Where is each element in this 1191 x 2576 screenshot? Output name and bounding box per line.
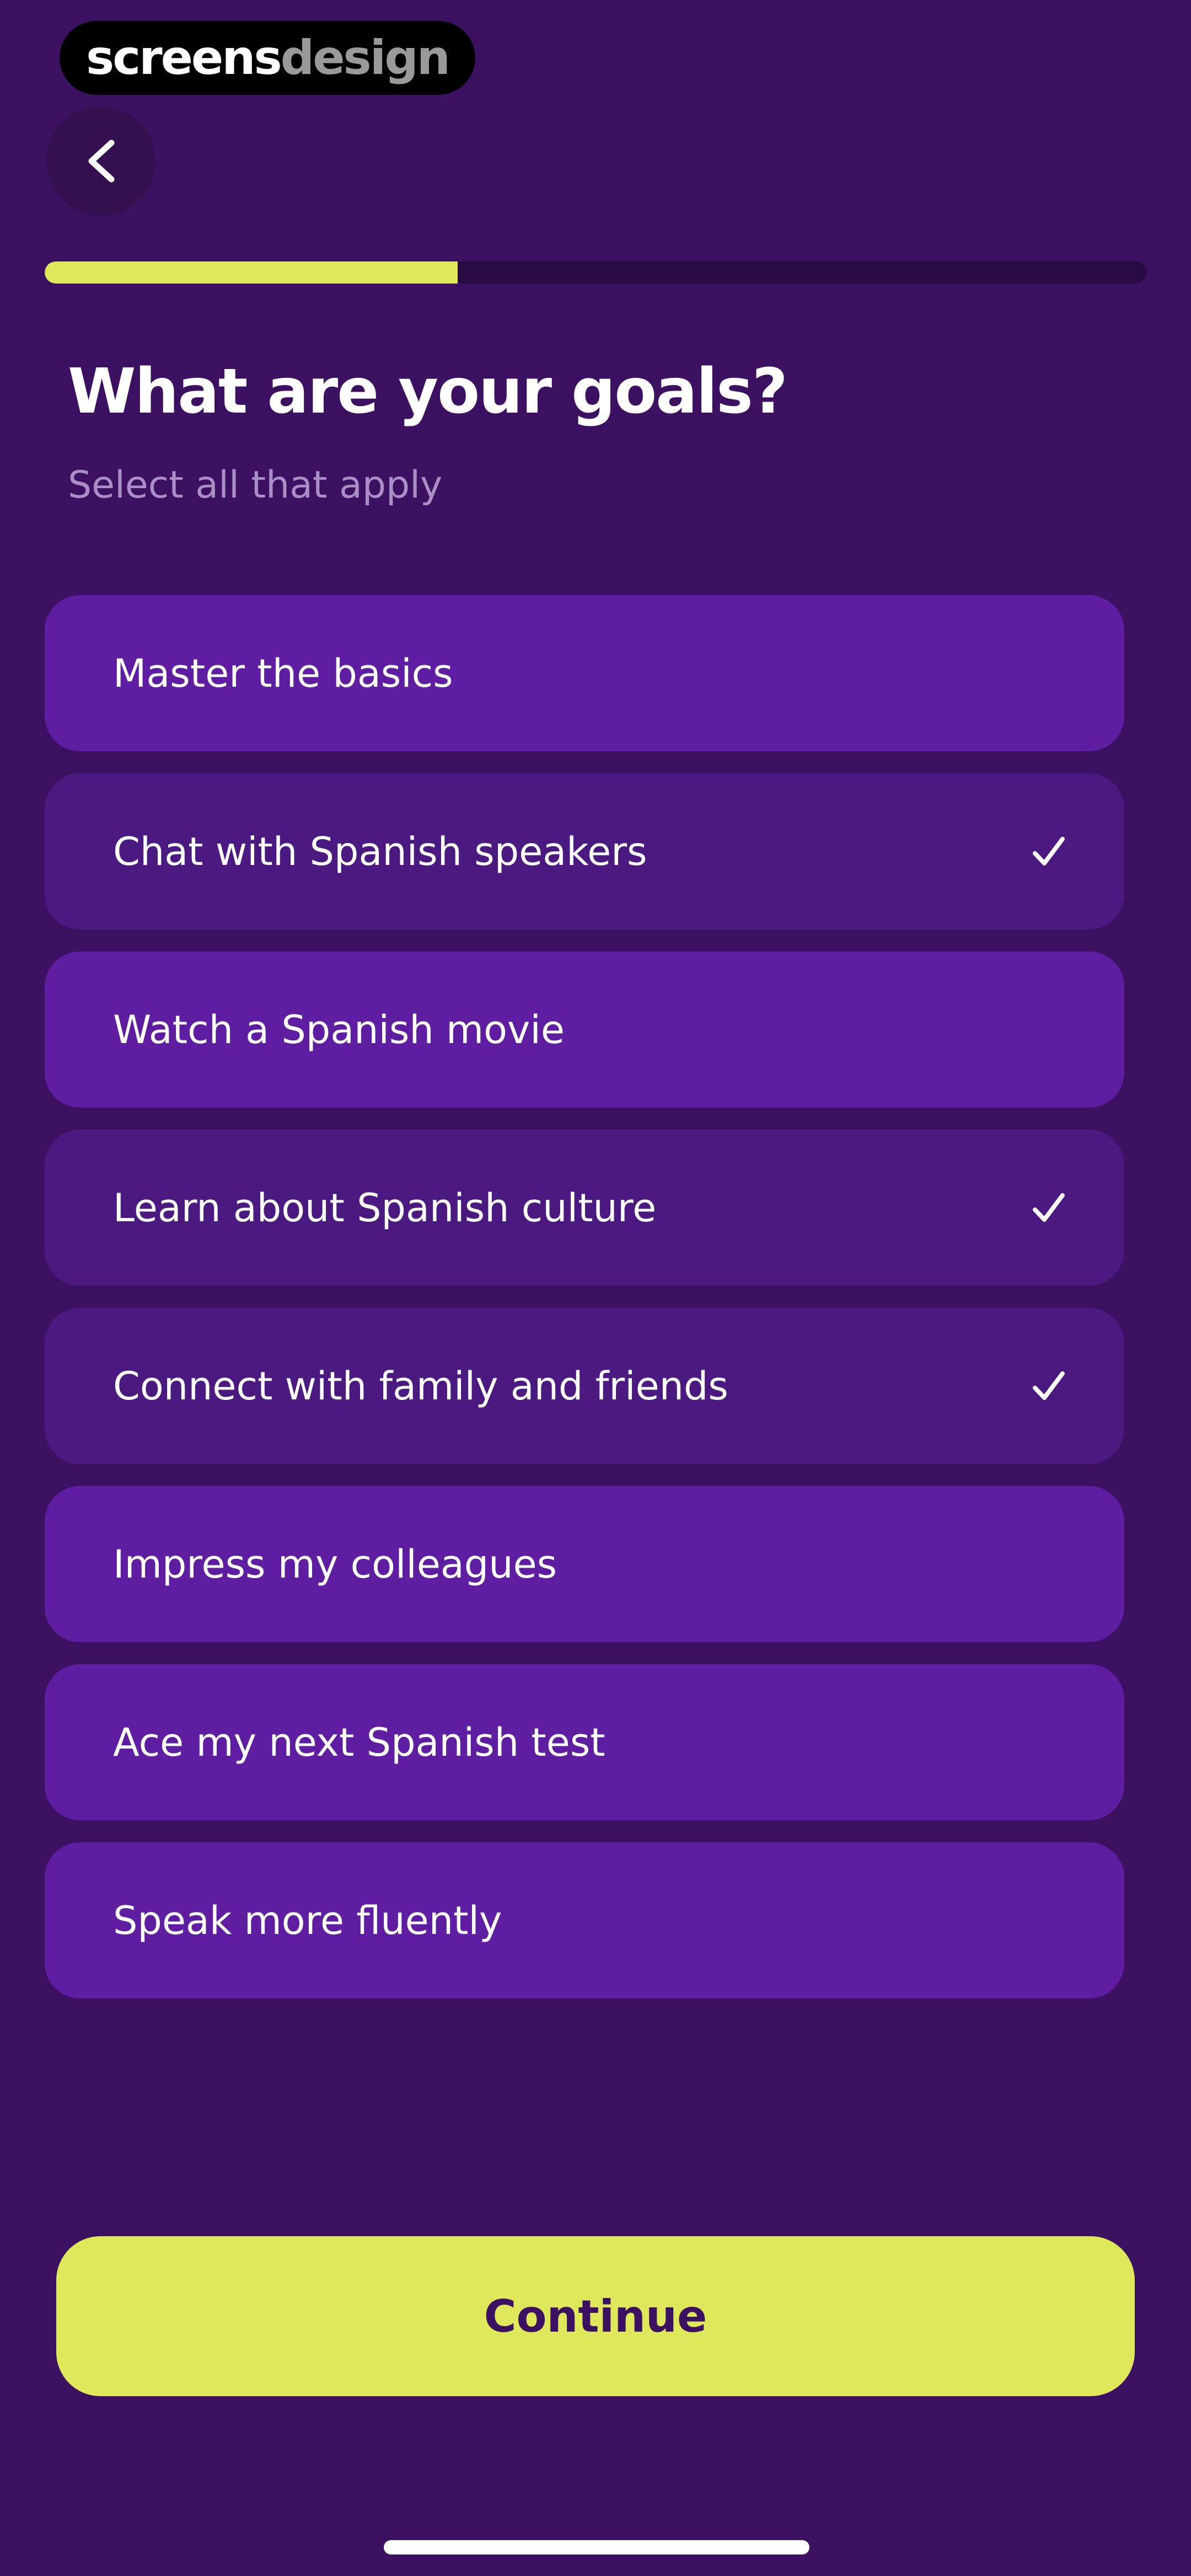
back-button[interactable] <box>46 106 155 216</box>
goal-option-label: Impress my colleagues <box>113 1541 557 1587</box>
goal-option-impress-my-colleagues[interactable]: Impress my colleagues <box>45 1486 1124 1642</box>
goal-option-label: Ace my next Spanish test <box>113 1719 605 1765</box>
goal-option-master-the-basics[interactable]: Master the basics <box>45 595 1124 751</box>
progress-bar <box>45 261 1146 284</box>
goal-option-speak-more-fluently[interactable]: Speak more fluently <box>45 1842 1124 1998</box>
goal-option-connect-with-family-and-friends[interactable]: Connect with family and friends <box>45 1308 1124 1464</box>
goal-option-label: Master the basics <box>113 650 453 696</box>
screensdesign-watermark: screens design <box>60 21 475 95</box>
goal-option-label: Connect with family and friends <box>113 1363 728 1409</box>
chevron-left-icon <box>88 140 115 183</box>
goal-option-label: Chat with Spanish speakers <box>113 829 647 874</box>
page-subtitle: Select all that apply <box>68 463 443 507</box>
progress-bar-fill <box>45 261 458 284</box>
goal-option-watch-a-spanish-movie[interactable]: Watch a Spanish movie <box>45 952 1124 1108</box>
checkmark-icon <box>1033 1371 1065 1400</box>
checkmark-icon <box>1033 836 1065 865</box>
home-indicator <box>384 2540 809 2554</box>
continue-button[interactable]: Continue <box>56 2236 1135 2396</box>
goal-option-ace-my-next-spanish-test[interactable]: Ace my next Spanish test <box>45 1664 1124 1820</box>
goal-option-label: Speak more fluently <box>113 1898 502 1943</box>
checkmark-icon <box>1033 1193 1065 1222</box>
page-title: What are your goals? <box>68 356 788 427</box>
goal-options-list: Master the basics Chat with Spanish spea… <box>45 595 1124 2021</box>
goal-option-learn-about-spanish-culture[interactable]: Learn about Spanish culture <box>45 1130 1124 1286</box>
watermark-part-design: design <box>280 30 450 85</box>
goal-option-chat-with-spanish-speakers[interactable]: Chat with Spanish speakers <box>45 773 1124 929</box>
goal-option-label: Learn about Spanish culture <box>113 1185 657 1231</box>
goal-option-label: Watch a Spanish movie <box>113 1007 565 1052</box>
watermark-part-screens: screens <box>86 30 282 85</box>
